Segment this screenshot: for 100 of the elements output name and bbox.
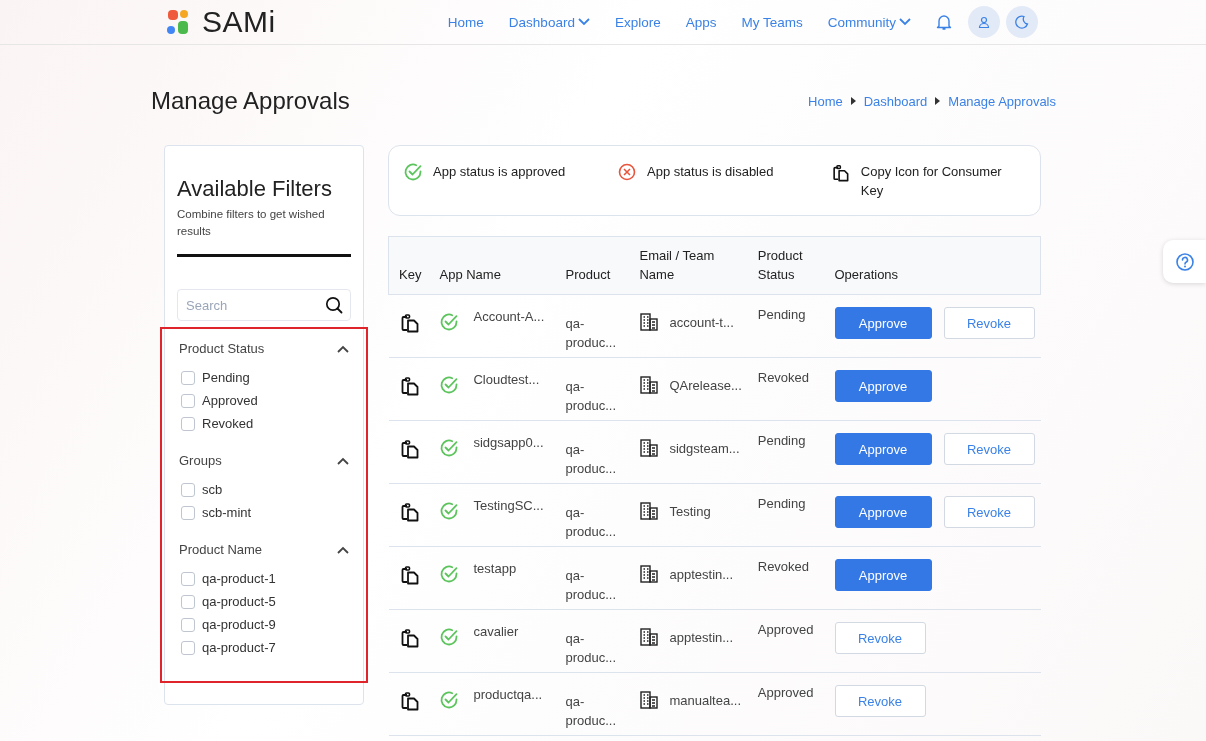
checkbox[interactable] [181,393,195,408]
product-status: Pending [757,433,806,448]
checkbox[interactable] [181,370,195,385]
revoke-button[interactable]: Revoke [943,433,1035,465]
filters-subtitle: Combine filters to get wished results [177,207,326,239]
column-header: Email / Team Name [629,236,748,295]
approve-button[interactable]: Approve [834,559,932,591]
column-header: Key [388,236,430,295]
logo-icon [166,9,190,35]
nav-link[interactable]: My Teams [741,14,803,30]
nav-link[interactable]: Community [827,14,911,30]
legend-label: Copy Icon for Consumer Key [860,163,1003,200]
column-header: Product [555,236,630,295]
checkbox-label: scb [202,482,223,497]
revoke-button[interactable]: Revoke [943,307,1035,339]
app-name: sidgsapp0... [473,434,545,452]
filter-group-header[interactable]: Product Status [179,341,349,356]
user-button[interactable] [968,6,1000,38]
checkbox[interactable] [181,482,195,497]
app-name: testapp [473,560,518,578]
moon-icon [1015,15,1029,29]
product-name: qa-produc... [565,378,618,415]
chevron-icon [337,545,349,554]
approve-button[interactable]: Approve [834,496,932,528]
clipboard-icon[interactable] [831,162,851,184]
app-name: Account-A... [473,308,546,326]
column-header: App Name [429,236,556,295]
chevron-icon [337,456,349,465]
x-circle-icon [617,162,637,182]
nav-link[interactable]: Dashboard [508,14,590,30]
dark-mode-button[interactable] [1006,6,1038,38]
legend-label: App status is approved [433,163,566,181]
checkbox-label: qa-product-1 [202,571,276,586]
nav-link[interactable]: Explore [614,14,661,30]
building-icon [639,312,660,332]
nav-link[interactable]: Apps [685,14,717,30]
check-circle-icon [439,312,460,332]
checkbox[interactable] [181,594,195,609]
checkbox-label: qa-product-5 [202,594,276,609]
product-status: Approved [757,622,814,637]
breadcrumb-link[interactable]: Home [808,93,843,109]
team-name: manualtea... [669,692,742,708]
app-name: cavalier [473,623,520,641]
team-name: Testing [669,503,711,519]
logo-text[interactable]: SAMi [202,5,276,39]
checkbox[interactable] [181,416,195,431]
bell-icon[interactable] [936,13,952,31]
product-name: qa-produc... [565,567,618,604]
caret-icon [935,97,941,105]
help-icon [1174,251,1195,272]
building-icon [639,501,660,521]
team-name: account-t... [669,314,734,330]
check-circle-icon [439,438,460,458]
caret-icon [850,97,856,105]
building-icon [639,375,660,395]
breadcrumb-link[interactable]: Manage Approvals [948,93,1056,109]
nav-link[interactable]: Home [447,14,484,30]
product-name: qa-produc... [565,630,618,667]
team-name: apptestin... [669,566,734,582]
approve-button[interactable]: Approve [834,433,932,465]
page-title: Manage Approvals [151,87,350,115]
product-status: Approved [757,685,814,700]
approve-button[interactable]: Approve [834,307,932,339]
chevron-icon [337,344,349,353]
filter-group-header[interactable]: Groups [179,453,349,468]
building-icon [639,690,660,710]
product-name: qa-produc... [565,315,618,352]
check-circle-icon [439,375,460,395]
checkbox[interactable] [181,505,195,520]
filter-group-header[interactable]: Product Name [179,542,349,557]
team-name: apptestin... [669,629,734,645]
product-status: Revoked [757,370,810,385]
building-icon [639,438,660,458]
legend-label: App status is disabled [647,163,774,181]
product-name: qa-produc... [565,504,618,541]
checkbox[interactable] [181,640,195,655]
product-name: qa-produc... [565,441,618,478]
checkbox-label: qa-product-7 [202,640,276,655]
checkbox[interactable] [181,571,195,586]
revoke-button[interactable]: Revoke [943,496,1035,528]
team-name: QArelease... [669,377,742,393]
approve-button[interactable]: Approve [834,370,932,402]
building-icon [639,564,660,584]
app-name: Cloudtest... [473,371,541,389]
search-field[interactable]: Search [177,289,351,321]
team-name: sidgsteam... [669,440,740,456]
check-circle-icon [439,564,460,584]
checkbox-label: qa-product-9 [202,617,276,632]
checkbox-label: scb-mint [202,505,252,520]
breadcrumb-link[interactable]: Dashboard [863,93,928,109]
column-header: Product Status [747,236,825,295]
app-name: productqa... [473,686,544,704]
checkbox-label: Pending [202,370,250,385]
checkbox-label: Approved [202,393,258,408]
revoke-button[interactable]: Revoke [834,685,926,717]
revoke-button[interactable]: Revoke [834,622,926,654]
search-icon[interactable] [325,296,343,314]
column-header: Operations [824,236,1041,295]
help-button[interactable] [1163,240,1206,283]
checkbox[interactable] [181,617,195,632]
